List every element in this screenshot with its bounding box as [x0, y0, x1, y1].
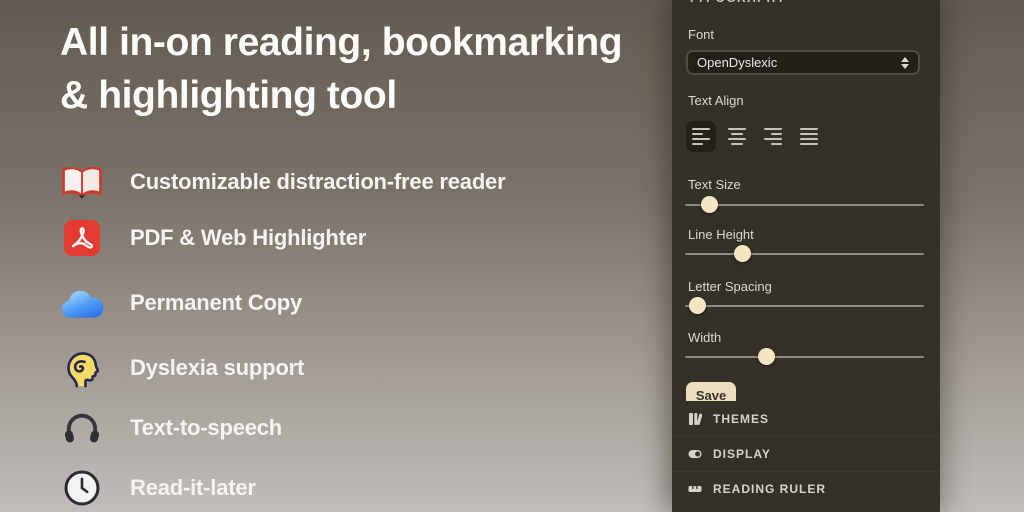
feature-item-later: Read-it-later [58, 464, 256, 512]
panel-section-title: TYPOGRAPHY [688, 0, 786, 5]
line-height-label: Line Height [688, 227, 754, 242]
align-right-button[interactable] [758, 121, 788, 152]
font-select-value: OpenDyslexic [697, 55, 778, 70]
slider-track[interactable] [685, 304, 924, 307]
feature-label: Customizable distraction-free reader [130, 169, 506, 194]
slider-track[interactable] [685, 203, 924, 206]
slider-track[interactable] [685, 252, 924, 255]
select-stepper-icon [901, 56, 909, 69]
slider-thumb[interactable] [758, 348, 776, 365]
page-title: All in-on reading, bookmarking & highlig… [60, 16, 680, 122]
accordion-sections: THEMES DISPLAY READING RULER [672, 401, 940, 512]
line-height-slider[interactable] [685, 245, 924, 262]
display-icon [688, 450, 702, 458]
align-left-button[interactable] [686, 121, 716, 152]
page-title-line2: & highlighting tool [60, 74, 397, 117]
text-align-label: Text Align [688, 93, 744, 108]
section-display[interactable]: DISPLAY [672, 436, 940, 471]
open-book-icon [58, 158, 106, 206]
letter-spacing-label: Letter Spacing [688, 279, 772, 294]
feature-item-reader: Customizable distraction-free reader [58, 158, 506, 206]
feature-label: Dyslexia support [130, 355, 305, 380]
clock-icon [58, 464, 106, 512]
feature-item-pdf: PDF & Web Highlighter [58, 214, 366, 262]
reading-ruler-icon [688, 486, 702, 492]
head-profile-icon [58, 344, 106, 392]
section-label: THEMES [713, 411, 770, 426]
align-justify-button[interactable] [794, 121, 824, 152]
width-slider[interactable] [685, 348, 924, 365]
feature-label: PDF & Web Highlighter [130, 225, 367, 250]
slider-thumb[interactable] [700, 196, 718, 213]
slider-track[interactable] [685, 355, 924, 358]
text-size-label: Text Size [688, 177, 741, 192]
headphones-icon [58, 404, 106, 452]
slider-thumb[interactable] [688, 297, 706, 314]
section-reading-ruler[interactable]: READING RULER [672, 471, 940, 506]
feature-item-cloud: Permanent Copy [58, 279, 302, 327]
section-label: DISPLAY [713, 447, 771, 461]
pdf-icon [58, 214, 106, 262]
text-size-slider[interactable] [685, 196, 924, 213]
themes-icon [689, 412, 702, 425]
feature-item-dyslexia: Dyslexia support [58, 344, 304, 392]
feature-label: Text-to-speech [130, 415, 283, 440]
feature-label: Read-it-later [130, 475, 256, 500]
slider-thumb[interactable] [734, 245, 752, 262]
letter-spacing-slider[interactable] [685, 297, 924, 314]
page-title-line1: All in-on reading, bookmarking [60, 21, 623, 64]
typography-settings-panel: TYPOGRAPHY Font OpenDyslexic Text Align … [672, 0, 940, 512]
align-center-button[interactable] [722, 121, 752, 152]
feature-item-tts: Text-to-speech [58, 404, 282, 452]
font-label: Font [688, 27, 715, 42]
cloud-icon [58, 279, 106, 327]
section-label: READING RULER [713, 482, 827, 496]
width-label: Width [688, 330, 722, 345]
section-themes[interactable]: THEMES [672, 401, 940, 436]
feature-label: Permanent Copy [130, 290, 303, 315]
font-select[interactable]: OpenDyslexic [686, 50, 920, 75]
